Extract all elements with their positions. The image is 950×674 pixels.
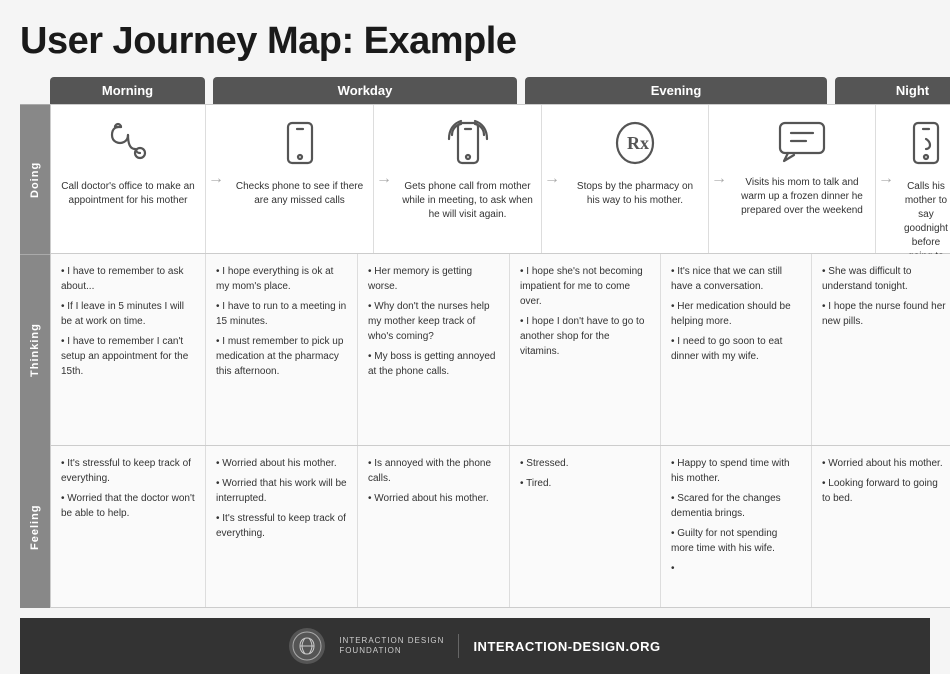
- feeling-cell-workday1: Worried about his mother. Worried that h…: [206, 446, 358, 607]
- feeling-cell-evening2: Happy to spend time with his mother. Sca…: [661, 446, 812, 607]
- footer-org-name: INTERACTION DESIGN FOUNDATION: [339, 636, 444, 657]
- phone-icon: [282, 119, 318, 172]
- arrow-4: →: [709, 105, 729, 253]
- footer-divider: [458, 634, 459, 658]
- doing-row: Call doctor's office to make an appointm…: [50, 104, 950, 254]
- phase-night: Night: [835, 77, 950, 104]
- feeling-cell-night: Worried about his mother. Looking forwar…: [812, 446, 950, 607]
- feeling-cell-morning: It's stressful to keep track of everythi…: [51, 446, 206, 607]
- arrow-3: →: [542, 105, 562, 253]
- doing-cell-evening2: Visits his mom to talk and warm up a fro…: [729, 105, 876, 253]
- feeling-cell-evening1: Stressed. Tired.: [510, 446, 661, 607]
- thinking-cell-night: She was difficult to understand tonight.…: [812, 254, 950, 445]
- phone-ring-icon: [443, 119, 493, 172]
- phone-night-icon: [908, 119, 944, 172]
- doing-cell-workday1: Checks phone to see if there are any mis…: [226, 105, 374, 253]
- doing-text-evening1: Stops by the pharmacy on his way to his …: [570, 180, 700, 208]
- doing-text-morning: Call doctor's office to make an appointm…: [59, 180, 197, 208]
- label-thinking: Thinking: [20, 254, 50, 446]
- doing-text-workday2: Gets phone call from mother while in mee…: [402, 180, 533, 222]
- stethoscope-icon: [104, 119, 152, 172]
- doing-text-workday1: Checks phone to see if there are any mis…: [234, 180, 365, 208]
- arrow-5: →: [876, 105, 896, 253]
- phase-morning: Morning: [50, 77, 205, 104]
- label-doing: Doing: [20, 104, 50, 254]
- chat-icon: [776, 119, 828, 168]
- thinking-cell-evening2: It's nice that we can still have a conve…: [661, 254, 812, 445]
- thinking-row: I have to remember to ask about... If I …: [50, 254, 950, 446]
- row-labels: Doing Thinking Feeling: [20, 104, 50, 608]
- feeling-row: It's stressful to keep track of everythi…: [50, 446, 950, 608]
- page: User Journey Map: Example Morning Workda…: [0, 0, 950, 674]
- thinking-cell-morning: I have to remember to ask about... If I …: [51, 254, 206, 445]
- svg-text:Rx: Rx: [627, 133, 649, 153]
- thinking-cell-workday2: Her memory is getting worse. Why don't t…: [358, 254, 510, 445]
- footer: INTERACTION DESIGN FOUNDATION INTERACTIO…: [20, 618, 930, 674]
- page-title: User Journey Map: Example: [20, 20, 930, 63]
- rx-icon: Rx: [611, 119, 659, 172]
- doing-cell-night: Calls his mother to say goodnight before…: [896, 105, 950, 253]
- doing-cell-workday2: Gets phone call from mother while in mee…: [394, 105, 542, 253]
- footer-url: INTERACTION-DESIGN.ORG: [473, 639, 660, 654]
- phase-workday: Workday: [213, 77, 517, 104]
- feeling-cell-workday2: Is annoyed with the phone calls. Worried…: [358, 446, 510, 607]
- phase-evening: Evening: [525, 77, 827, 104]
- arrow-1: →: [206, 105, 226, 253]
- doing-text-evening2: Visits his mom to talk and warm up a fro…: [737, 176, 867, 218]
- doing-cell-evening1: Rx Stops by the pharmacy on his way to h…: [562, 105, 709, 253]
- label-feeling: Feeling: [20, 446, 50, 608]
- thinking-cell-evening1: I hope she's not becoming impatient for …: [510, 254, 661, 445]
- doing-cell-morning: Call doctor's office to make an appointm…: [51, 105, 206, 253]
- arrow-2: →: [374, 105, 394, 253]
- footer-logo: [289, 628, 325, 664]
- thinking-cell-workday1: I hope everything is ok at my mom's plac…: [206, 254, 358, 445]
